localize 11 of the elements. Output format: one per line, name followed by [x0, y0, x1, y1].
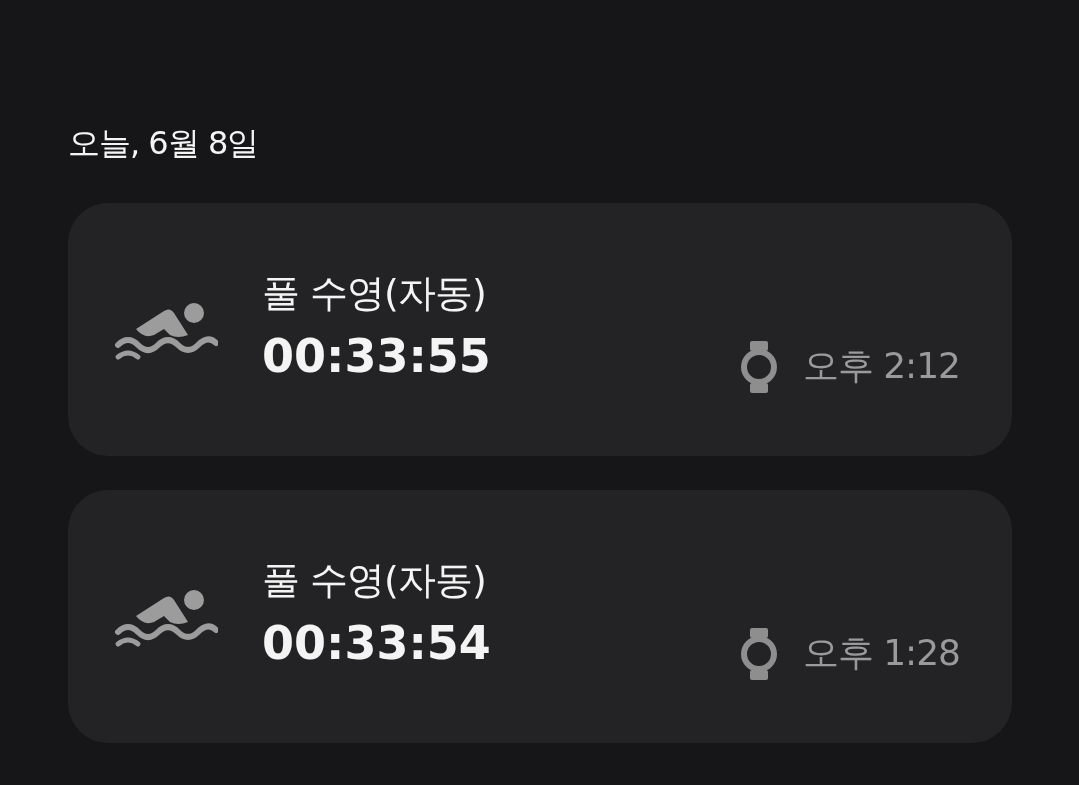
workout-card[interactable]: 풀 수영(자동) 00:33:55 오후 2:12: [68, 203, 1012, 456]
date-header: 오늘, 6월 8일: [68, 123, 260, 164]
workout-title: 풀 수영(자동): [262, 557, 487, 604]
watch-icon: [740, 340, 777, 393]
start-time: 오후 2:12: [802, 344, 960, 388]
watch-icon: [740, 627, 777, 680]
workout-card[interactable]: 풀 수영(자동) 00:33:54 오후 1:28: [68, 490, 1012, 743]
workout-duration: 00:33:54: [262, 616, 492, 670]
start-time: 오후 1:28: [802, 631, 960, 675]
workout-duration: 00:33:55: [262, 329, 492, 383]
workout-title: 풀 수영(자동): [262, 270, 487, 317]
